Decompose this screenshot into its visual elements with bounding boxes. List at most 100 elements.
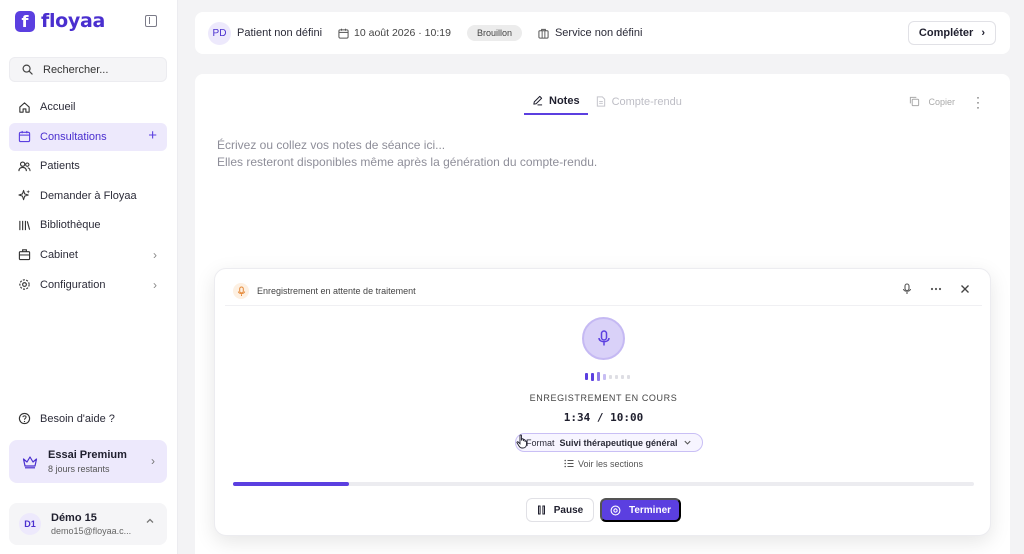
complete-button[interactable]: Compléter › [907, 21, 996, 45]
notes-placeholder[interactable]: Écrivez ou collez vos notes de séance ic… [217, 137, 597, 171]
pause-button-label: Pause [553, 504, 584, 516]
sidebar-item-label: Accueil [40, 101, 76, 113]
chevron-down-icon [683, 440, 691, 445]
recording-panel-header: Enregistrement en attente de traitement [233, 283, 416, 299]
search-box[interactable] [9, 57, 167, 82]
format-value: Suivi thérapeutique général [559, 437, 678, 448]
sidebar-item-label: Configuration [40, 278, 106, 291]
chevron-right-icon: › [151, 454, 155, 468]
list-icon [564, 459, 574, 468]
sparkles-icon [18, 189, 31, 202]
close-icon[interactable] [960, 284, 970, 294]
avatar: D1 [19, 513, 41, 535]
search-icon [22, 64, 33, 75]
more-vertical-icon[interactable]: · · · [976, 91, 980, 113]
sidebar-item-accueil[interactable]: Accueil [9, 93, 167, 121]
consultation-header: PD Patient non défini 10 août 2026 · 10:… [195, 12, 1010, 54]
microphone-status-icon [233, 283, 249, 299]
recording-panel-title: Enregistrement en attente de traitement [257, 286, 416, 296]
sidebar-item-label: Cabinet [40, 248, 78, 261]
format-selector[interactable]: Format Suivi thérapeutique général [515, 433, 703, 452]
brand-logo[interactable]: f floyaa [15, 10, 105, 32]
chevron-up-icon [146, 518, 154, 523]
premium-trial-card[interactable]: Essai Premium 8 jours restants › [9, 440, 167, 483]
mouse-cursor-icon [516, 434, 527, 449]
recording-progress-bar [233, 482, 974, 486]
sidebar-item-configuration[interactable]: Configuration › [9, 271, 167, 299]
add-consultation-icon[interactable]: + [148, 127, 157, 144]
stop-circle-icon [610, 505, 621, 515]
tab-label: Notes [549, 94, 580, 107]
more-horizontal-icon[interactable] [930, 287, 942, 291]
sidebar-item-label: Patients [40, 160, 80, 173]
sidebar-item-label: Demander à Floyaa [40, 189, 137, 202]
patient-selector[interactable]: Patient non défini [237, 27, 322, 39]
calendar-icon [18, 130, 31, 143]
help-label: Besoin d'aide ? [40, 412, 115, 425]
consultation-date: 10 août 2026 · 10:19 [354, 27, 451, 39]
notes-placeholder-line2: Elles resteront disponibles même après l… [217, 155, 598, 169]
copy-label: Copier [928, 96, 955, 107]
recording-microphone-icon [582, 317, 625, 360]
sidebar-item-bibliotheque[interactable]: Bibliothèque [9, 211, 167, 239]
sidebar-item-label: Consultations [40, 130, 107, 143]
sidebar-item-cabinet[interactable]: Cabinet › [9, 241, 167, 269]
help-icon [18, 412, 31, 425]
users-icon [18, 160, 31, 173]
library-icon [18, 219, 31, 232]
briefcase-icon [538, 28, 549, 39]
editor-tabs: Notes Compte-rendu [524, 88, 690, 115]
copy-icon [910, 96, 920, 107]
sidebar: f floyaa Accueil Consultations + [0, 0, 178, 554]
sidebar-item-demander[interactable]: Demander à Floyaa [9, 182, 167, 210]
search-input[interactable] [43, 63, 153, 76]
user-name: Démo 15 [51, 512, 97, 524]
calendar-icon [338, 28, 349, 39]
sidebar-item-patients[interactable]: Patients [9, 152, 167, 180]
premium-title: Essai Premium [48, 449, 127, 461]
document-icon [596, 96, 605, 107]
home-icon [18, 101, 31, 114]
pause-icon [537, 505, 545, 515]
tab-notes[interactable]: Notes [524, 88, 588, 115]
logo-icon: f [15, 10, 35, 32]
recording-panel-actions [902, 283, 970, 295]
sidebar-item-consultations[interactable]: Consultations + [9, 122, 167, 151]
finish-button[interactable]: Terminer [600, 498, 681, 522]
notes-placeholder-line1: Écrivez ou collez vos notes de séance ic… [217, 138, 446, 152]
brand-name: floyaa [41, 10, 106, 32]
help-link[interactable]: Besoin d'aide ? [18, 412, 115, 425]
recording-timer: 1:34 / 10:00 [563, 411, 644, 424]
sidebar-toggle-icon[interactable] [145, 15, 157, 27]
sidebar-nav: Accueil Consultations + Patients Demande… [9, 93, 167, 300]
user-email: demo15@floyaa.c... [51, 526, 132, 536]
microphone-icon[interactable] [902, 283, 912, 295]
patient-avatar: PD [208, 21, 231, 45]
service-selector[interactable]: Service non défini [538, 27, 642, 39]
recording-progress-fill [233, 482, 350, 486]
gear-icon [18, 278, 31, 291]
date-picker[interactable]: 10 août 2026 · 10:19 [338, 27, 451, 39]
pause-button[interactable]: Pause [526, 498, 594, 522]
tab-compte-rendu[interactable]: Compte-rendu [588, 88, 690, 115]
recording-status: ENREGISTREMENT EN COURS [529, 393, 678, 403]
user-menu[interactable]: D1 Démo 15 demo15@floyaa.c... [9, 503, 167, 545]
view-sections-link[interactable]: Voir les sections [215, 459, 992, 469]
chevron-right-icon: › [153, 247, 157, 262]
sidebar-item-label: Bibliothèque [40, 219, 101, 232]
service-label: Service non défini [554, 27, 643, 39]
format-prefix: Format [526, 437, 555, 448]
crown-icon [22, 455, 38, 468]
finish-button-label: Terminer [628, 504, 672, 516]
pencil-icon [533, 95, 543, 106]
copy-button[interactable]: Copier [909, 96, 955, 107]
complete-button-label: Compléter [918, 27, 974, 39]
premium-subtitle: 8 jours restants [48, 464, 110, 474]
status-badge: Brouillon [466, 25, 522, 41]
chevron-right-icon: › [981, 27, 985, 39]
view-sections-label: Voir les sections [577, 459, 644, 469]
divider [225, 305, 982, 306]
building-icon [18, 248, 31, 261]
chevron-right-icon: › [153, 277, 157, 292]
tab-label: Compte-rendu [611, 95, 682, 108]
